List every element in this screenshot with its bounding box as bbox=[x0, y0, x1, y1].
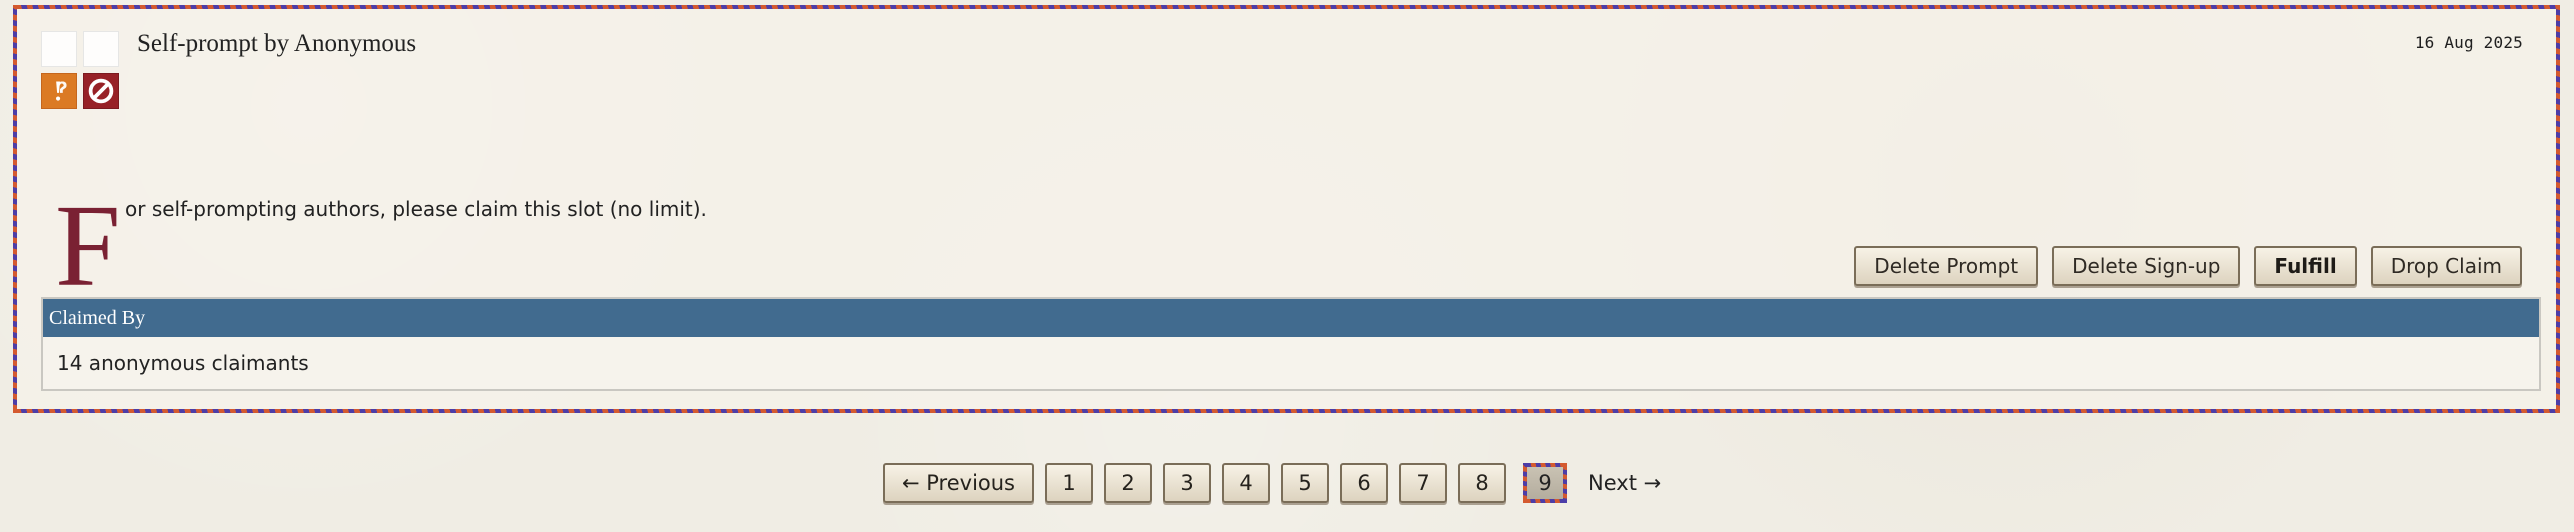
status-icon-row bbox=[41, 73, 119, 109]
page-5-button[interactable]: 5 bbox=[1281, 463, 1329, 503]
prompt-title: Self-prompt by Anonymous bbox=[137, 30, 417, 57]
drop-claim-button[interactable]: Drop Claim bbox=[2370, 246, 2522, 286]
page-2-button[interactable]: 2 bbox=[1104, 463, 1152, 503]
current-page-number: 9 bbox=[1523, 463, 1567, 503]
delete-prompt-button[interactable]: Delete Prompt bbox=[1854, 246, 2039, 286]
top-icon-row bbox=[41, 31, 119, 67]
placeholder-icon bbox=[41, 31, 77, 67]
claimed-by-box: Claimed By 14 anonymous claimants bbox=[41, 297, 2541, 391]
next-page-link[interactable]: Next → bbox=[1584, 471, 1661, 495]
prompt-date: 16 Aug 2025 bbox=[2414, 33, 2523, 52]
fulfill-button[interactable]: Fulfill bbox=[2254, 246, 2357, 286]
pagination: ← Previous 1 2 3 4 5 6 7 8 9 Next → bbox=[883, 457, 1661, 509]
page-8-button[interactable]: 8 bbox=[1458, 463, 1506, 503]
delete-signup-button[interactable]: Delete Sign-up bbox=[2052, 246, 2241, 286]
page-3-button[interactable]: 3 bbox=[1163, 463, 1211, 503]
placeholder-icon bbox=[83, 31, 119, 67]
page-4-button[interactable]: 4 bbox=[1222, 463, 1270, 503]
page-1-button[interactable]: 1 bbox=[1045, 463, 1093, 503]
drop-cap: F bbox=[55, 180, 121, 311]
claimed-by-header: Claimed By bbox=[43, 299, 2539, 337]
prompt-actions: Delete Prompt Delete Sign-up Fulfill Dro… bbox=[1854, 246, 2522, 286]
no-entry-icon bbox=[83, 73, 119, 109]
previous-page-button[interactable]: ← Previous bbox=[883, 463, 1034, 503]
current-page-indicator: 9 bbox=[1517, 457, 1573, 509]
prompt-summary: or self-prompting authors, please claim … bbox=[125, 197, 707, 221]
warning-icon bbox=[41, 73, 77, 109]
page-7-button[interactable]: 7 bbox=[1399, 463, 1447, 503]
claimed-by-value: 14 anonymous claimants bbox=[57, 351, 309, 375]
prompt-card: Self-prompt by Anonymous 16 Aug 2025 F o… bbox=[13, 5, 2560, 413]
page-6-button[interactable]: 6 bbox=[1340, 463, 1388, 503]
